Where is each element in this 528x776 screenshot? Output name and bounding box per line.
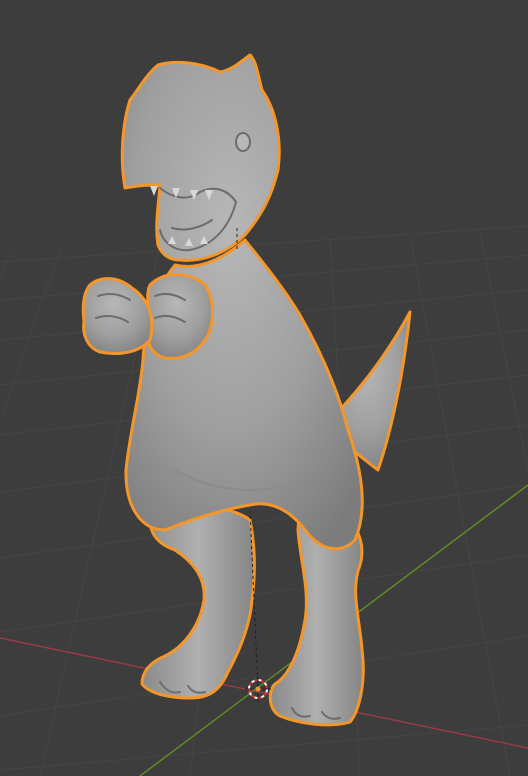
3d-viewport[interactable]: [0, 0, 528, 776]
dinosaur-mesh[interactable]: [81, 53, 412, 727]
dinosaur-arm-left: [81, 277, 154, 355]
dinosaur-left-leg: [140, 505, 256, 700]
origin-point-icon[interactable]: [255, 686, 261, 692]
viewport-canvas[interactable]: [0, 0, 528, 776]
x-axis-line: [0, 637, 528, 749]
